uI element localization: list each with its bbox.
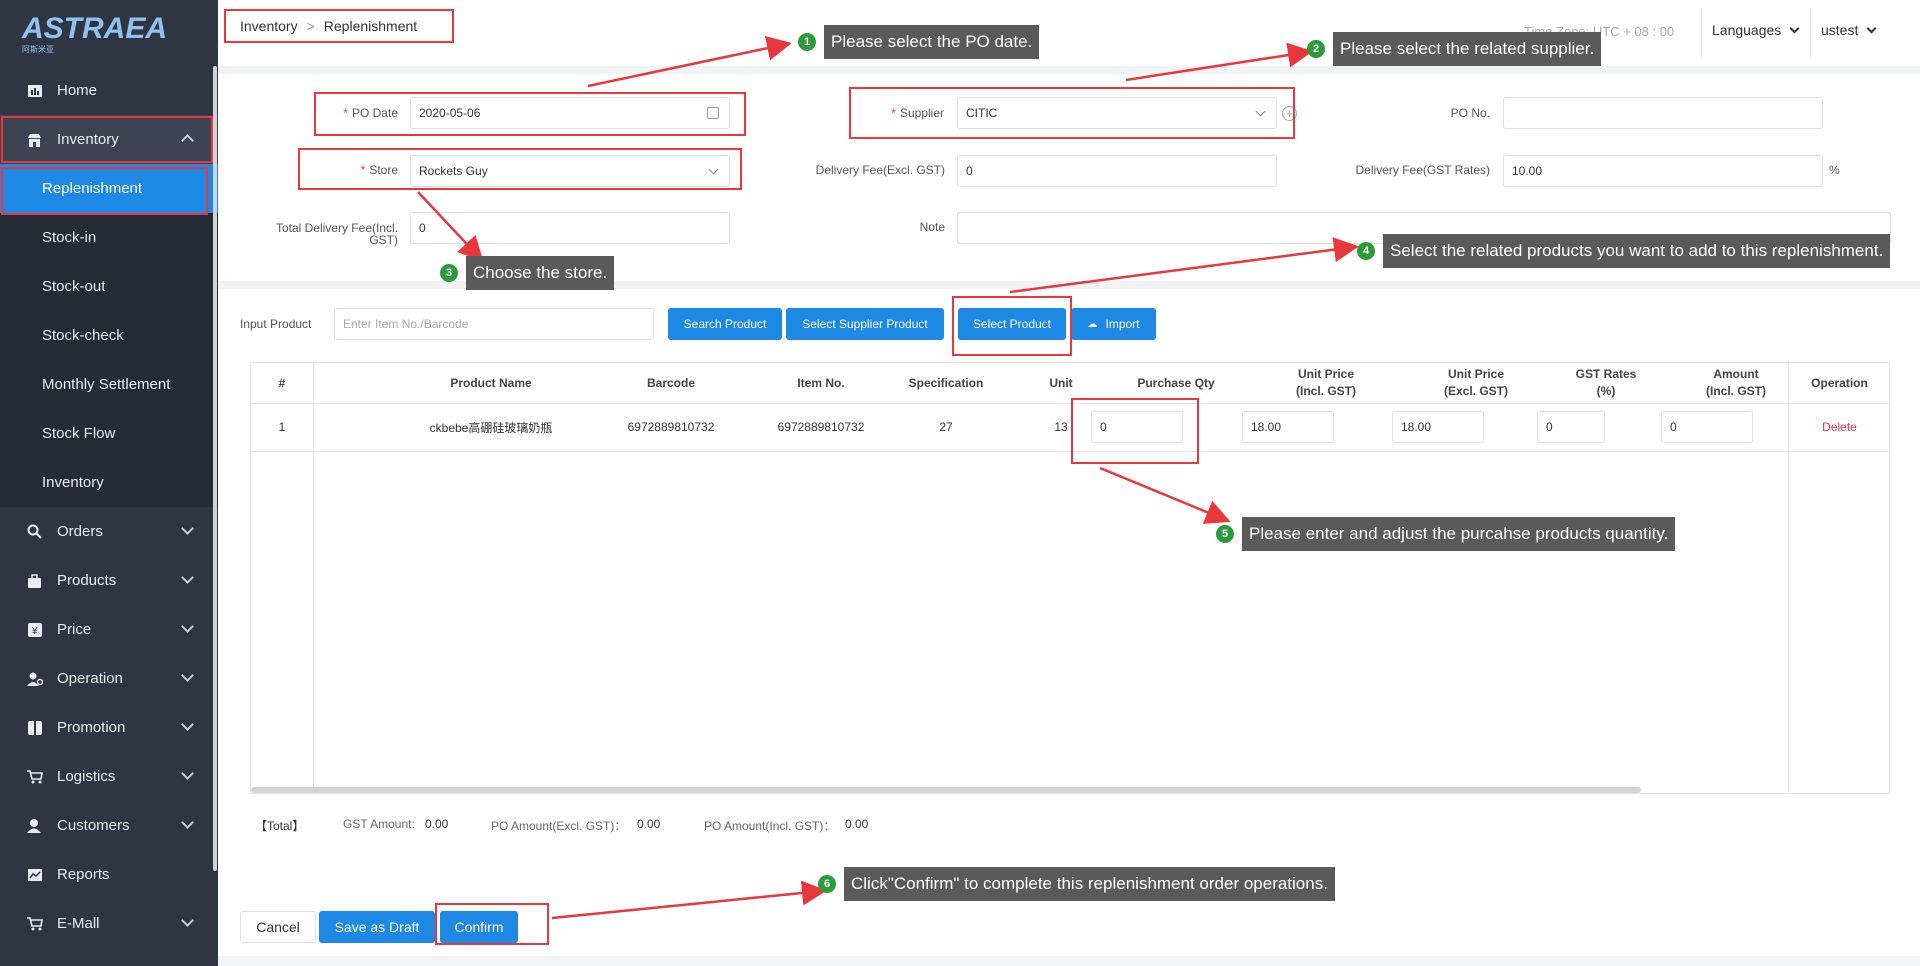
arrow-3: [417, 191, 484, 262]
arrow-2: [1125, 42, 1313, 82]
tip-text: Please select the PO date.: [824, 25, 1040, 59]
tip-text: Please enter and adjust the purcahse pro…: [1242, 517, 1676, 551]
arrow-5: [1099, 466, 1231, 524]
tip-text: Please select the related supplier.: [1333, 32, 1602, 66]
tip-badge: 5: [1216, 525, 1234, 543]
tip-5: 5 Please enter and adjust the purcahse pr…: [1216, 517, 1676, 551]
tip-badge: 2: [1307, 40, 1325, 58]
tip-2: 2 Please select the related supplier.: [1307, 32, 1602, 66]
tip-text: Click"Confirm" to complete this replenis…: [844, 867, 1335, 901]
tip-text: Choose the store.: [466, 256, 615, 290]
tip-1: 1 Please select the PO date.: [798, 25, 1040, 59]
tip-text: Select the related products you want to …: [1383, 234, 1891, 268]
tip-badge: 3: [440, 264, 458, 282]
arrow-4: [1009, 237, 1359, 294]
tip-6: 6 Click"Confirm" to complete this repleni…: [818, 867, 1335, 901]
arrow-1: [587, 35, 792, 88]
tip-badge: 4: [1357, 242, 1375, 260]
tip-4: 4 Select the related products you want to…: [1357, 234, 1891, 268]
tip-badge: 1: [798, 33, 816, 51]
arrow-6: [551, 880, 827, 920]
tip-badge: 6: [818, 875, 836, 893]
annotation-arrows: [417, 35, 1359, 920]
tip-3: 3 Choose the store.: [440, 256, 615, 290]
